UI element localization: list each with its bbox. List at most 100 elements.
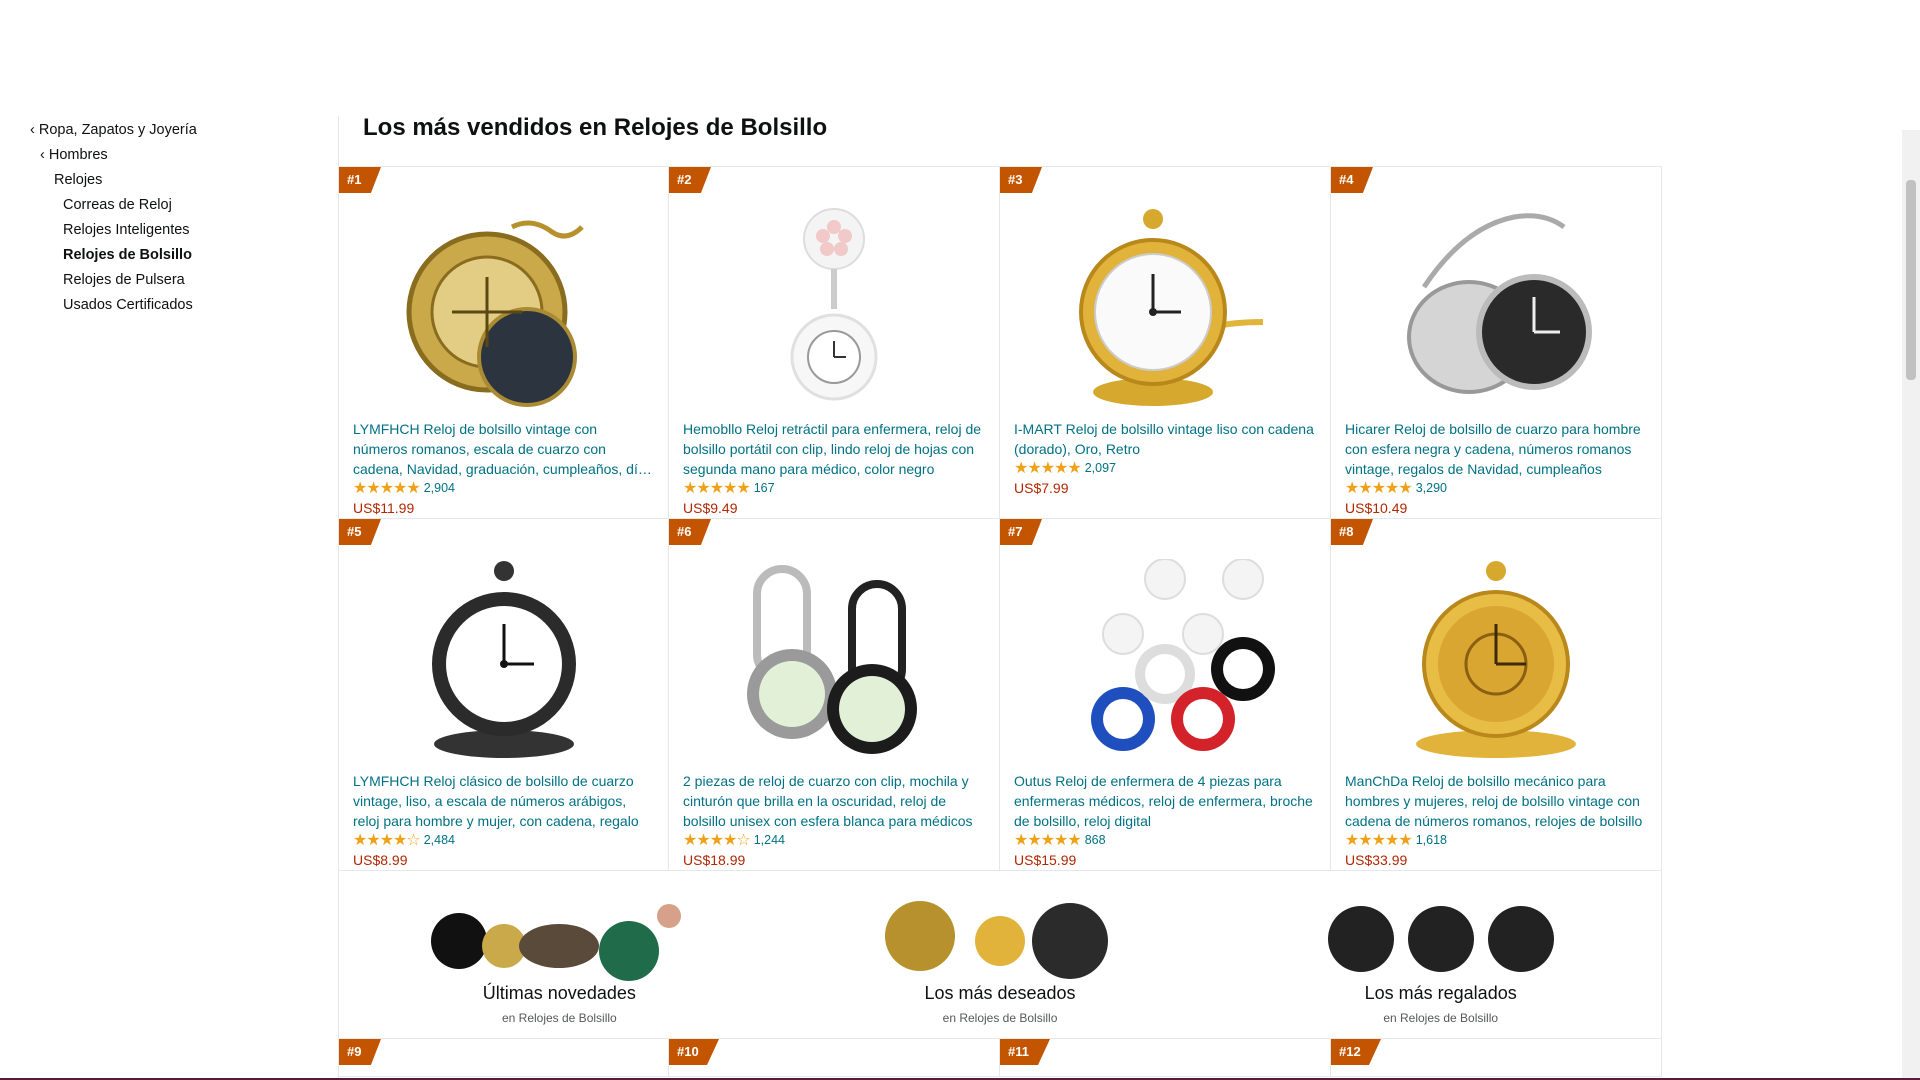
star-rating-icon: ★★★★★ xyxy=(353,480,421,497)
promo-subtitle: en Relojes de Bolsillo xyxy=(501,1011,617,1025)
star-rating-icon: ★★★★☆ xyxy=(683,832,751,849)
promo-title[interactable]: Los más deseados xyxy=(780,983,1221,1004)
product-title-link[interactable]: Outus Reloj de enfermera de 4 piezas par… xyxy=(1014,771,1314,831)
product-title-link[interactable]: I-MART Reloj de bolsillo vintage liso co… xyxy=(1014,419,1314,459)
review-count[interactable]: 167 xyxy=(754,481,775,495)
product-title-link[interactable]: 2 piezas de reloj de cuarzo con clip, mo… xyxy=(683,771,983,831)
promo-row: Últimas novedades en Relojes de Bolsillo… xyxy=(338,871,1662,1039)
product-card[interactable]: #6 2 piezas de reloj de cuarzo con clip,… xyxy=(669,519,1000,870)
product-rating[interactable]: ★★★★★ 868 xyxy=(1014,830,1106,850)
review-count[interactable]: 2,097 xyxy=(1085,461,1116,475)
star-rating-icon: ★★★★★ xyxy=(1014,832,1082,849)
review-count[interactable]: 2,904 xyxy=(424,481,455,495)
promo-mas-regalados[interactable]: Los más regalados en Relojes de Bolsillo xyxy=(1220,871,1661,1038)
rank-badge: #8 xyxy=(1331,519,1373,545)
review-count[interactable]: 1,618 xyxy=(1416,833,1447,847)
product-title-link[interactable]: ManChDa Reloj de bolsillo mecánico para … xyxy=(1345,771,1645,831)
review-count[interactable]: 868 xyxy=(1085,833,1106,847)
star-rating-icon: ★★★★★ xyxy=(683,480,751,497)
promo-title[interactable]: Los más regalados xyxy=(1220,983,1661,1004)
rank-badge: #11 xyxy=(1000,1039,1050,1065)
product-rating[interactable]: ★★★★★ 2,097 xyxy=(1014,458,1116,478)
pocket-watch-image[interactable] xyxy=(392,207,616,407)
nurse-watch-set-image[interactable] xyxy=(1053,559,1277,759)
rank-badge: #4 xyxy=(1331,167,1373,193)
scrollbar-thumb[interactable] xyxy=(1906,180,1916,380)
promo-title[interactable]: Últimas novedades xyxy=(339,983,780,1004)
nurse-watch-image[interactable] xyxy=(722,207,946,407)
product-card[interactable]: #4 Hicarer Reloj de bolsillo de cuarzo p… xyxy=(1331,167,1662,518)
star-rating-icon: ★★★★★ xyxy=(1345,832,1413,849)
product-price[interactable]: US$9.49 xyxy=(683,500,737,516)
product-price[interactable]: US$18.99 xyxy=(683,852,745,868)
sidebar-item-usados-certificados[interactable]: Usados Certificados xyxy=(30,293,330,318)
rank-badge: #5 xyxy=(339,519,381,545)
product-rating[interactable]: ★★★★★ 167 xyxy=(683,478,775,498)
product-row: #1 LYMFHCH Reloj de bolsillo vintage con… xyxy=(338,167,1662,519)
page-title: Los más vendidos en Relojes de Bolsillo xyxy=(363,114,828,141)
review-count[interactable]: 3,290 xyxy=(1416,481,1447,495)
product-price[interactable]: US$8.99 xyxy=(353,852,407,868)
rank-badge: #9 xyxy=(339,1039,381,1065)
product-card[interactable]: #12 xyxy=(1331,1039,1662,1076)
sidebar-item-ropa-zapatos-joyeria[interactable]: ‹ Ropa, Zapatos y Joyería xyxy=(30,118,330,143)
product-price[interactable]: US$33.99 xyxy=(1345,852,1407,868)
promo-mas-deseados[interactable]: Los más deseados en Relojes de Bolsillo xyxy=(780,871,1221,1038)
product-rating[interactable]: ★★★★☆ 2,484 xyxy=(353,830,455,850)
product-price[interactable]: US$11.99 xyxy=(353,500,414,516)
promo-subtitle: en Relojes de Bolsillo xyxy=(942,1011,1058,1025)
product-row: #5 LYMFHCH Reloj clásico de bolsillo de … xyxy=(338,519,1662,871)
star-rating-icon: ★★★★★ xyxy=(1014,460,1082,477)
silver-pocket-watch-image[interactable] xyxy=(1384,207,1608,407)
black-pocket-watch-image[interactable] xyxy=(392,559,616,759)
product-card[interactable]: #9 xyxy=(338,1039,669,1076)
product-row: #9 #10 #11 #12 xyxy=(338,1039,1662,1077)
rank-badge: #2 xyxy=(669,167,711,193)
rank-badge: #7 xyxy=(1000,519,1042,545)
product-card[interactable]: #1 LYMFHCH Reloj de bolsillo vintage con… xyxy=(338,167,669,518)
rank-badge: #12 xyxy=(1331,1039,1381,1065)
product-price[interactable]: US$10.49 xyxy=(1345,500,1407,516)
product-rating[interactable]: ★★★★★ 3,290 xyxy=(1345,478,1447,498)
product-rating[interactable]: ★★★★☆ 1,244 xyxy=(683,830,785,850)
sidebar-item-relojes-de-pulsera[interactable]: Relojes de Pulsera xyxy=(30,268,330,293)
bestseller-grid: #1 LYMFHCH Reloj de bolsillo vintage con… xyxy=(338,166,1662,1077)
product-card[interactable]: #11 xyxy=(1000,1039,1331,1076)
gold-pocket-watch-image[interactable] xyxy=(1053,207,1277,407)
star-rating-icon: ★★★★☆ xyxy=(353,832,421,849)
product-rating[interactable]: ★★★★★ 1,618 xyxy=(1345,830,1447,850)
rank-badge: #3 xyxy=(1000,167,1042,193)
product-title-link[interactable]: Hicarer Reloj de bolsillo de cuarzo para… xyxy=(1345,419,1645,479)
rank-badge: #6 xyxy=(669,519,711,545)
sidebar-item-relojes-de-bolsillo: Relojes de Bolsillo xyxy=(63,247,192,263)
sidebar-item-correas-de-reloj[interactable]: Correas de Reloj xyxy=(30,193,330,218)
category-sidebar: ‹ Ropa, Zapatos y Joyería ‹ Hombres Relo… xyxy=(30,118,330,318)
watches-collage-image xyxy=(1327,906,1554,972)
promo-subtitle: en Relojes de Bolsillo xyxy=(1383,1011,1499,1025)
mechanical-pocket-watch-image[interactable] xyxy=(1384,559,1608,759)
watches-collage-image xyxy=(431,904,682,981)
rank-badge: #1 xyxy=(339,167,381,193)
watches-collage-image xyxy=(885,901,1108,979)
product-card[interactable]: #7 Outus Reloj de enfermera de 4 piezas … xyxy=(1000,519,1331,870)
promo-ultimas-novedades[interactable]: Últimas novedades en Relojes de Bolsillo xyxy=(339,871,780,1038)
review-count[interactable]: 1,244 xyxy=(754,833,785,847)
product-title-link[interactable]: Hemobllo Reloj retráctil para enfermera,… xyxy=(683,419,983,479)
product-price[interactable]: US$15.99 xyxy=(1014,852,1076,868)
sidebar-item-relojes-inteligentes[interactable]: Relojes Inteligentes xyxy=(30,218,330,243)
product-price[interactable]: US$7.99 xyxy=(1014,480,1068,496)
product-title-link[interactable]: LYMFHCH Reloj clásico de bolsillo de cua… xyxy=(353,771,653,831)
product-card[interactable]: #5 LYMFHCH Reloj clásico de bolsillo de … xyxy=(338,519,669,870)
product-card[interactable]: #2 Hemobllo Reloj retráctil para enferme… xyxy=(669,167,1000,518)
rank-badge: #10 xyxy=(669,1039,719,1065)
product-title-link[interactable]: LYMFHCH Reloj de bolsillo vintage con nú… xyxy=(353,419,653,479)
product-rating[interactable]: ★★★★★ 2,904 xyxy=(353,478,455,498)
sidebar-item-relojes[interactable]: Relojes xyxy=(30,168,330,193)
review-count[interactable]: 2,484 xyxy=(424,833,455,847)
product-card[interactable]: #10 xyxy=(669,1039,1000,1076)
product-card[interactable]: #8 ManChDa Reloj de bolsillo mecánico pa… xyxy=(1331,519,1662,870)
star-rating-icon: ★★★★★ xyxy=(1345,480,1413,497)
product-card[interactable]: #3 I-MART Reloj de bolsillo vintage liso… xyxy=(1000,167,1331,518)
carabiner-watch-image[interactable] xyxy=(722,559,946,759)
sidebar-item-hombres[interactable]: ‹ Hombres xyxy=(30,143,330,168)
